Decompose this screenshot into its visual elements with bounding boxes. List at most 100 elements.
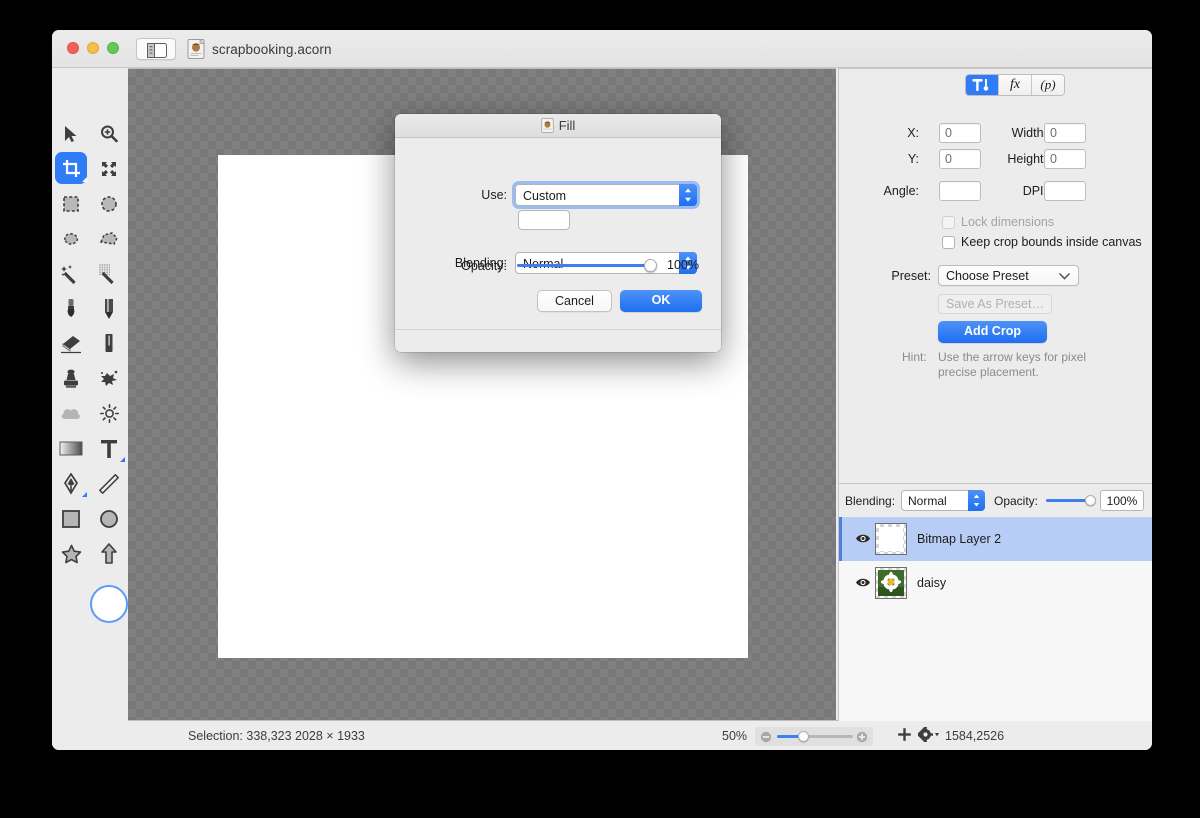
line-tool[interactable] xyxy=(90,466,128,501)
instant-alpha-tool[interactable] xyxy=(90,256,128,291)
width-input[interactable]: 0 xyxy=(1044,123,1086,143)
layer-actions-menu-button[interactable] xyxy=(918,727,940,742)
arrow-cursor-icon xyxy=(65,125,77,142)
crop-icon xyxy=(62,160,80,177)
popup-arrows-icon xyxy=(679,184,697,206)
table-row[interactable]: Bitmap Layer 2 xyxy=(839,517,1152,561)
layer-blending-label: Blending: xyxy=(845,494,896,508)
tab-effects[interactable]: fx xyxy=(999,75,1032,95)
zoom-slider-knob[interactable] xyxy=(798,731,809,742)
sidebar-toggle-button[interactable] xyxy=(136,38,176,60)
fill-opacity-fill xyxy=(517,264,648,267)
text-tool[interactable] xyxy=(90,431,128,466)
rectangle-shape-tool[interactable] xyxy=(52,501,90,536)
smudge-tool[interactable] xyxy=(90,326,128,361)
paintbrush-icon xyxy=(67,298,75,317)
save-as-preset-button[interactable]: Save As Preset… xyxy=(938,294,1052,314)
cancel-button[interactable]: Cancel xyxy=(537,290,612,312)
move-tool[interactable] xyxy=(52,116,90,151)
up-down-chevrons-icon xyxy=(973,494,980,507)
layer-opacity-fill xyxy=(1046,499,1090,502)
pen-tool-more-indicator xyxy=(82,492,87,497)
layer-blending-select[interactable]: Normal xyxy=(901,490,985,511)
circle-shape-icon xyxy=(100,509,118,528)
polygon-select-tool[interactable] xyxy=(90,221,128,256)
layer-name: daisy xyxy=(917,576,947,590)
fill-opacity-value: 100% xyxy=(667,258,699,272)
daisy-photo-icon xyxy=(878,570,904,596)
fill-dialog: Fill Use: Custom Blending: Normal xyxy=(395,114,721,352)
magic-wand-tool[interactable] xyxy=(52,256,90,291)
arrow-shape-tool[interactable] xyxy=(90,536,128,571)
zoom-out-icon[interactable] xyxy=(760,731,772,743)
maximize-window-button[interactable] xyxy=(107,42,119,54)
preset-label: Preset: xyxy=(891,269,931,283)
layer-opacity-knob[interactable] xyxy=(1085,495,1096,506)
tab-tools[interactable] xyxy=(966,75,999,95)
zoom-in-icon[interactable] xyxy=(856,731,868,743)
brush-tool[interactable] xyxy=(52,291,90,326)
transform-tool[interactable] xyxy=(90,151,128,186)
text-t-icon xyxy=(101,439,117,458)
add-crop-button[interactable]: Add Crop xyxy=(938,321,1047,343)
close-window-button[interactable] xyxy=(67,42,79,54)
fill-dialog-body: Use: Custom Blending: Normal xyxy=(395,138,721,329)
eraser-tool[interactable] xyxy=(52,326,90,361)
document-title: scrapbooking.acorn xyxy=(212,42,332,57)
tools-hammer-icon xyxy=(972,79,989,91)
gradient-icon xyxy=(59,441,83,456)
crop-tool[interactable] xyxy=(52,151,90,186)
angle-input[interactable] xyxy=(939,181,981,201)
foreground-color-well[interactable] xyxy=(90,585,128,623)
height-input[interactable]: 0 xyxy=(1044,149,1086,169)
lock-dimensions-checkbox[interactable] xyxy=(942,216,955,229)
acorn-document-icon xyxy=(541,118,554,133)
lasso-tool[interactable] xyxy=(52,221,90,256)
tab-presets[interactable]: (p) xyxy=(1032,75,1064,95)
zoom-tool[interactable] xyxy=(90,116,128,151)
spatter-tool[interactable] xyxy=(90,361,128,396)
minimize-window-button[interactable] xyxy=(87,42,99,54)
use-select-value: Custom xyxy=(523,189,567,203)
lasso-icon xyxy=(64,232,79,245)
dpi-input[interactable] xyxy=(1044,181,1086,201)
fill-opacity-knob[interactable] xyxy=(644,259,657,272)
use-select[interactable]: Custom xyxy=(515,184,697,206)
preset-select[interactable]: Choose Preset xyxy=(938,265,1079,286)
fill-dialog-titlebar: Fill xyxy=(395,114,721,138)
keep-crop-bounds-checkbox[interactable] xyxy=(942,236,955,249)
polygon-lasso-icon xyxy=(99,231,118,245)
line-icon xyxy=(99,473,119,494)
sun-dodge-icon xyxy=(99,404,119,423)
inspector-tab-group: fx (p) xyxy=(965,74,1065,96)
ellipse-select-tool[interactable] xyxy=(90,186,128,221)
rect-select-tool[interactable] xyxy=(52,186,90,221)
add-layer-button[interactable] xyxy=(897,727,912,742)
gradient-tool[interactable] xyxy=(52,431,90,466)
y-label: Y: xyxy=(907,152,919,166)
blur-tool[interactable] xyxy=(52,396,90,431)
up-down-chevrons-icon xyxy=(685,188,691,202)
dpi-label: DPI: xyxy=(1022,184,1047,198)
eye-visibility-icon[interactable] xyxy=(855,577,871,588)
ellipse-shape-tool[interactable] xyxy=(90,501,128,536)
x-input[interactable]: 0 xyxy=(939,123,981,143)
magic-wand-icon xyxy=(61,264,76,284)
fill-color-well[interactable] xyxy=(518,210,570,230)
layer-opacity-input[interactable]: 100% xyxy=(1100,490,1144,511)
star-shape-tool[interactable] xyxy=(52,536,90,571)
table-row[interactable]: daisy xyxy=(839,561,1152,605)
width-label: Width: xyxy=(1011,126,1047,140)
clone-stamp-tool[interactable] xyxy=(52,361,90,396)
pen-nib-icon xyxy=(63,472,79,495)
hint-label: Hint: xyxy=(902,350,927,364)
ok-button[interactable]: OK xyxy=(620,290,702,312)
dashed-ellipse-icon xyxy=(101,195,117,212)
eye-visibility-icon[interactable] xyxy=(855,533,871,544)
preset-select-value: Choose Preset xyxy=(946,269,1029,283)
bezier-pen-tool[interactable] xyxy=(52,466,90,501)
dodge-burn-tool[interactable] xyxy=(90,396,128,431)
layer-blending-value: Normal xyxy=(908,494,947,508)
pencil-tool[interactable] xyxy=(90,291,128,326)
zoom-slider[interactable] xyxy=(755,727,873,746)
